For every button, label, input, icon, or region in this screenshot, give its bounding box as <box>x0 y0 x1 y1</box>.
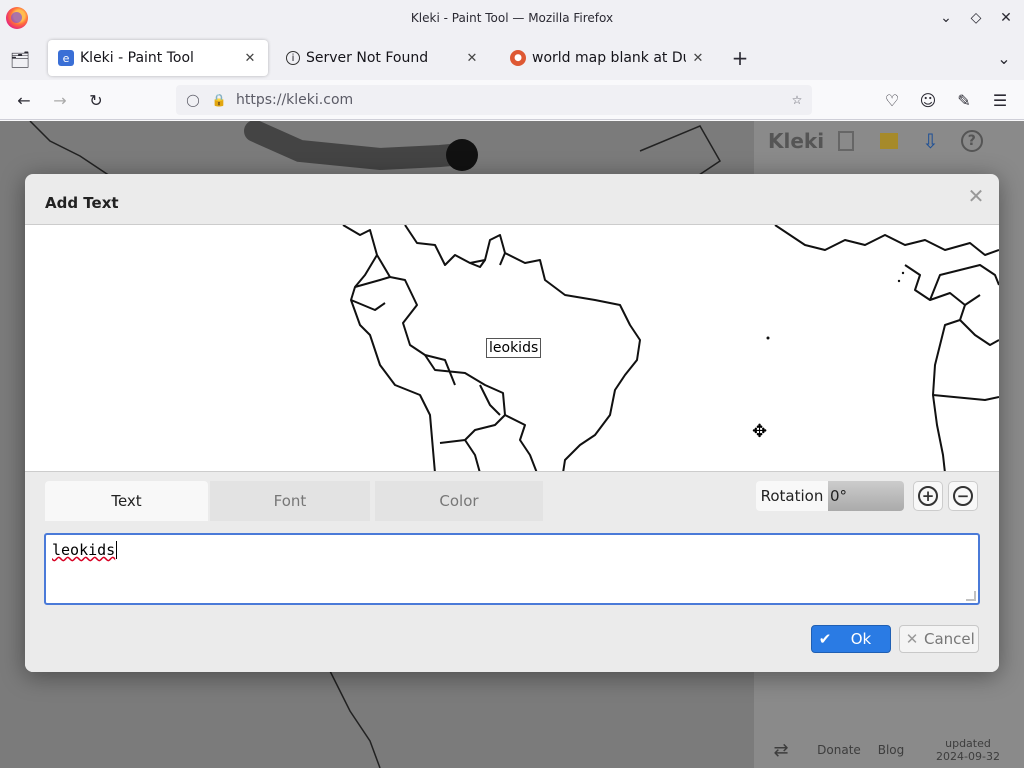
text-preview-canvas[interactable]: leokids ✥ <box>25 224 999 472</box>
updated-label: updated <box>945 737 991 750</box>
dialog-tabs-row: Text Font Color Rotation 0° + − <box>25 472 999 526</box>
help-icon[interactable]: ? <box>960 130 983 152</box>
extensions-icon[interactable]: ✎ <box>953 89 975 111</box>
text-tab-panel: leokids ✔ Ok ✕ Cancel <box>25 521 999 672</box>
tab-server-not-found[interactable]: i Server Not Found ✕ <box>276 40 490 76</box>
new-tab-icon[interactable]: + <box>729 46 751 70</box>
text-cursor <box>116 541 118 559</box>
new-image-icon[interactable] <box>838 131 855 151</box>
rotate-minus-button[interactable]: − <box>948 481 978 511</box>
tab-label: Kleki - Paint Tool <box>80 50 194 66</box>
pocket-icon[interactable]: ♡ <box>881 89 903 111</box>
blog-link[interactable]: Blog <box>870 743 912 757</box>
add-text-dialog: Add Text ✕ leokids ✥ Text Font Color Rot… <box>25 174 999 672</box>
download-icon[interactable]: ⇩ <box>922 129 939 153</box>
kleki-favicon-icon: e <box>58 50 74 66</box>
reload-icon[interactable]: ↻ <box>85 89 107 111</box>
forward-icon[interactable]: → <box>49 89 71 111</box>
tab-font[interactable]: Font <box>210 481 370 521</box>
tab-kleki[interactable]: e Kleki - Paint Tool ✕ <box>48 40 268 76</box>
text-input-value[interactable]: leokids <box>52 541 115 559</box>
shield-icon[interactable]: ◯ <box>184 91 202 109</box>
kleki-footer: ⇄ Donate Blog updated 2024-09-32 <box>754 732 1024 768</box>
cancel-label: Cancel <box>924 630 975 648</box>
tab-overview-icon[interactable]: 🗂 <box>9 48 31 70</box>
minimize-icon[interactable]: ⌄ <box>936 8 956 28</box>
cancel-x-icon: ✕ <box>905 630 919 648</box>
resize-grip-icon[interactable] <box>966 591 976 601</box>
url-bar[interactable]: ◯ 🔒 https://kleki.com ☆ <box>176 85 812 115</box>
kleki-logo: Kleki <box>768 129 825 153</box>
rotation-value[interactable]: 0° <box>828 481 904 511</box>
updated-info: updated 2024-09-32 <box>912 737 1024 763</box>
firefox-logo-icon <box>6 7 28 29</box>
ok-label: Ok <box>850 630 872 648</box>
tab-color[interactable]: Color <box>375 481 543 521</box>
bookmark-star-icon[interactable]: ☆ <box>788 91 806 109</box>
rotation-slider[interactable]: Rotation 0° <box>756 481 904 511</box>
close-window-icon[interactable]: ✕ <box>996 8 1016 28</box>
kleki-toolbar: Kleki ⇩ ? <box>754 121 1024 161</box>
move-icon[interactable]: ✥ <box>752 423 770 441</box>
tab-close-icon[interactable]: ✕ <box>242 51 258 66</box>
dialog-title: Add Text <box>45 194 119 212</box>
dialog-close-icon[interactable]: ✕ <box>965 184 987 208</box>
window-title: Kleki - Paint Tool — Mozilla Firefox <box>410 11 614 25</box>
text-preview-box[interactable]: leokids <box>486 338 542 358</box>
ok-button[interactable]: ✔ Ok <box>811 625 891 653</box>
tab-close-icon[interactable]: ✕ <box>464 51 480 66</box>
tab-label: world map blank at Duck <box>532 50 686 66</box>
swap-icon[interactable]: ⇄ <box>754 740 808 761</box>
cancel-button[interactable]: ✕ Cancel <box>899 625 979 653</box>
minus-circle-icon: − <box>953 486 973 506</box>
maximize-icon[interactable]: ◇ <box>966 8 986 28</box>
lock-icon[interactable]: 🔒 <box>210 91 228 109</box>
plus-circle-icon: + <box>918 486 938 506</box>
navigation-bar: ← → ↻ ◯ 🔒 https://kleki.com ☆ ♡ ☺ ✎ ☰ <box>0 80 1024 120</box>
tab-close-icon[interactable]: ✕ <box>690 51 706 66</box>
updated-date: 2024-09-32 <box>936 750 1000 763</box>
duckduckgo-favicon-icon: ● <box>510 50 526 66</box>
info-icon: i <box>286 51 300 65</box>
donate-link[interactable]: Donate <box>808 743 870 757</box>
window-titlebar: Kleki - Paint Tool — Mozilla Firefox ⌄ ◇… <box>0 0 1024 36</box>
tab-label: Server Not Found <box>306 50 429 66</box>
text-input[interactable]: leokids <box>44 533 980 605</box>
rotation-label: Rotation <box>756 481 828 511</box>
url-text[interactable]: https://kleki.com <box>236 92 353 108</box>
back-icon[interactable]: ← <box>13 89 35 111</box>
tab-strip: 🗂 e Kleki - Paint Tool ✕ i Server Not Fo… <box>0 36 1024 80</box>
list-tabs-chevron-icon[interactable]: ⌄ <box>993 47 1015 69</box>
tab-duckduckgo[interactable]: ● world map blank at Duck ✕ <box>500 40 716 76</box>
rotate-plus-button[interactable]: + <box>913 481 943 511</box>
open-folder-icon[interactable] <box>880 133 899 149</box>
checkmark-icon: ✔ <box>818 630 832 648</box>
tab-text[interactable]: Text <box>45 481 208 521</box>
menu-icon[interactable]: ☰ <box>989 89 1011 111</box>
account-icon[interactable]: ☺ <box>917 89 939 111</box>
